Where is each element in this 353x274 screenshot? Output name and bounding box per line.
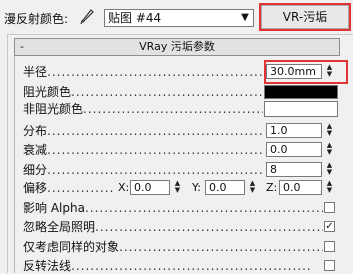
- invert-normal-label: 反转法线....................................…: [23, 259, 312, 273]
- checkmark-icon: ✓: [325, 221, 334, 232]
- bias-z-spinner[interactable]: ▲ ▼: [323, 180, 336, 195]
- map-select[interactable]: 贴图 #44 ▼: [104, 9, 254, 27]
- affect-alpha-label: 影响 Alpha................................…: [23, 201, 323, 215]
- falloff-input[interactable]: 0.0: [266, 142, 322, 157]
- occluded-color-swatch[interactable]: [264, 85, 338, 99]
- bias-y-spinner[interactable]: ▲ ▼: [246, 180, 259, 195]
- falloff-label: 衰减......................................…: [23, 143, 263, 157]
- map-type-button[interactable]: VR-污垢: [261, 5, 349, 29]
- ignore-gi-label: 忽略全局照明..................................…: [23, 220, 323, 234]
- bias-z-input[interactable]: 0.0: [279, 180, 322, 195]
- ignore-gi-checkbox[interactable]: ✓: [324, 221, 335, 232]
- subdivs-input[interactable]: 8: [266, 162, 322, 177]
- invert-normal-checkbox[interactable]: [324, 260, 335, 271]
- bias-y-label: Y:: [192, 181, 201, 194]
- occluded-color-label: 阻光颜色....................................…: [23, 85, 263, 99]
- rollout-border: [14, 56, 15, 273]
- same-object-only-checkbox[interactable]: [324, 241, 335, 252]
- bias-label: 偏移......................................…: [23, 181, 115, 195]
- rollout-title: VRay 污垢参数: [139, 40, 215, 53]
- eyedropper-icon[interactable]: [80, 9, 94, 25]
- same-object-only-label: 仅考虑同样的对象................................…: [23, 240, 323, 254]
- radius-input[interactable]: 30.0mm: [266, 64, 322, 79]
- radius-label: 半径......................................…: [23, 65, 263, 79]
- bias-x-input[interactable]: 0.0: [130, 180, 170, 195]
- distribution-input[interactable]: 1.0: [266, 123, 322, 138]
- falloff-spinner[interactable]: ▲ ▼: [323, 142, 336, 157]
- unoccluded-color-swatch[interactable]: [264, 101, 338, 117]
- rollout-header[interactable]: - VRay 污垢参数: [14, 38, 340, 56]
- radius-spinner[interactable]: ▲ ▼: [323, 64, 336, 79]
- distribution-spinner[interactable]: ▲ ▼: [323, 123, 336, 138]
- chevron-down-icon[interactable]: ▼: [237, 10, 253, 26]
- subdivs-label: 细分......................................…: [23, 163, 263, 177]
- diffuse-color-label: 漫反射颜色:: [4, 12, 69, 26]
- distribution-label: 分布......................................…: [23, 124, 263, 138]
- bias-x-label: X:: [118, 181, 130, 194]
- map-select-value: 贴图 #44: [108, 11, 162, 25]
- bias-z-label: Z:: [266, 181, 278, 194]
- affect-alpha-checkbox[interactable]: [324, 202, 335, 213]
- subdivs-spinner[interactable]: ▲ ▼: [323, 162, 336, 177]
- bias-x-spinner[interactable]: ▲ ▼: [171, 180, 184, 195]
- unoccluded-color-label: 非阻光颜色...................................…: [23, 102, 263, 116]
- bias-y-input[interactable]: 0.0: [205, 180, 245, 195]
